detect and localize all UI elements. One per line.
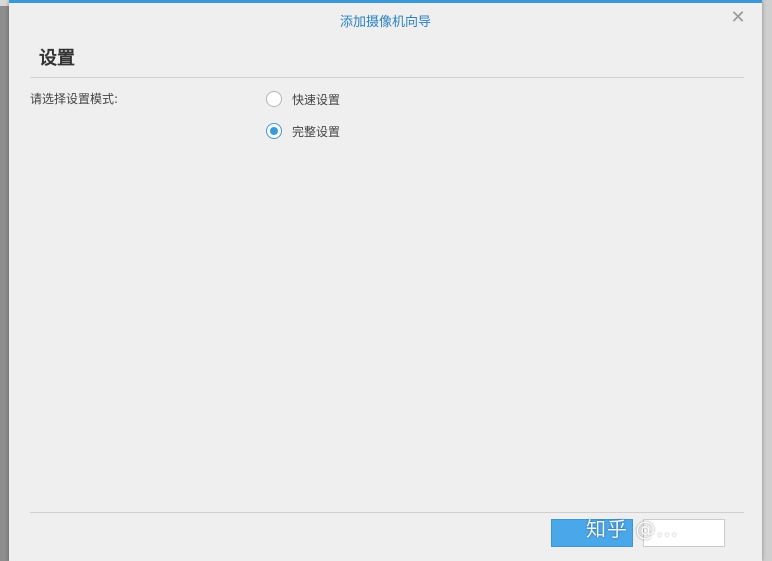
quick-setup-label: 快速设置 [292,92,341,107]
add-camera-wizard-dialog: 添加摄像机向导 ✕ 设置 请选择设置模式: 快速设置 完整设置 [9,0,762,561]
full-setup-radio[interactable] [266,123,282,139]
full-setup-option[interactable]: 完整设置 [266,121,340,141]
quick-setup-option[interactable]: 快速设置 [266,89,340,109]
close-icon[interactable]: ✕ [728,8,748,28]
divider [30,77,744,78]
section-heading: 设置 [39,48,75,69]
full-setup-label: 完整设置 [292,124,341,139]
setup-mode-label: 请选择设置模式: [30,92,119,106]
quick-setup-radio[interactable] [266,91,282,107]
dialog-title: 添加摄像机向导 [339,15,431,30]
watermark: 知乎 @... [586,517,679,541]
